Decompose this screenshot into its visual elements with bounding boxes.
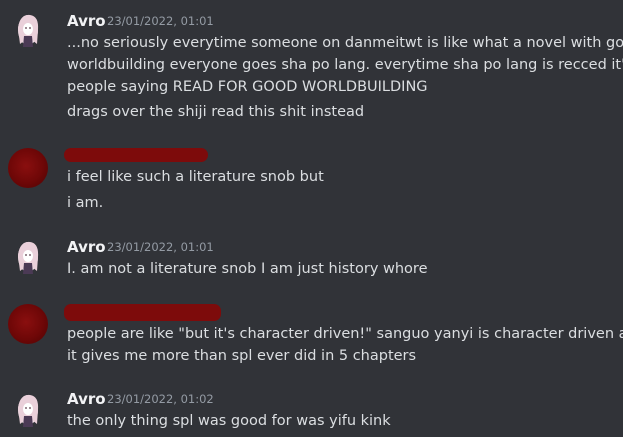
message-line: it gives me more than spl ever did in 5 … — [67, 348, 417, 364]
message-1: Avro 23/01/2022, 01:01 ...no seriously e… — [0, 0, 623, 130]
message-line: I. am not a literature snob I am just hi… — [67, 261, 428, 277]
message-2: i feel like such a literature snob but i… — [0, 138, 623, 218]
avatar[interactable] — [8, 10, 48, 50]
redacted-author-name — [64, 148, 208, 162]
avatar[interactable] — [8, 237, 48, 277]
message-line: people saying READ FOR GOOD WORLDBUILDIN… — [67, 79, 428, 95]
timestamp: 23/01/2022, 01:01 — [107, 240, 214, 254]
message-4: people are like "but it's character driv… — [0, 298, 623, 370]
message-line: drags over the shiji read this shit inst… — [67, 104, 365, 120]
message-line: ...no seriously everytime someone on dan… — [67, 35, 623, 51]
timestamp: 23/01/2022, 01:02 — [107, 392, 214, 406]
message-5: Avro 23/01/2022, 01:02 the only thing sp… — [0, 385, 623, 437]
message-line: i am. — [67, 195, 104, 211]
author-name[interactable]: Avro — [67, 12, 106, 30]
message-line: people are like "but it's character driv… — [67, 326, 623, 342]
author-name[interactable]: Avro — [67, 238, 106, 256]
avatar[interactable] — [8, 390, 48, 430]
author-name[interactable]: Avro — [67, 390, 106, 408]
message-3: Avro 23/01/2022, 01:01 I. am not a liter… — [0, 232, 623, 287]
avatar[interactable] — [8, 148, 48, 188]
message-line: i feel like such a literature snob but — [67, 169, 324, 185]
redacted-author-name — [64, 304, 221, 321]
avatar[interactable] — [8, 304, 48, 344]
message-line: the only thing spl was good for was yifu… — [67, 413, 391, 429]
message-line: worldbuilding everyone goes sha po lang.… — [67, 57, 623, 73]
timestamp: 23/01/2022, 01:01 — [107, 14, 214, 28]
